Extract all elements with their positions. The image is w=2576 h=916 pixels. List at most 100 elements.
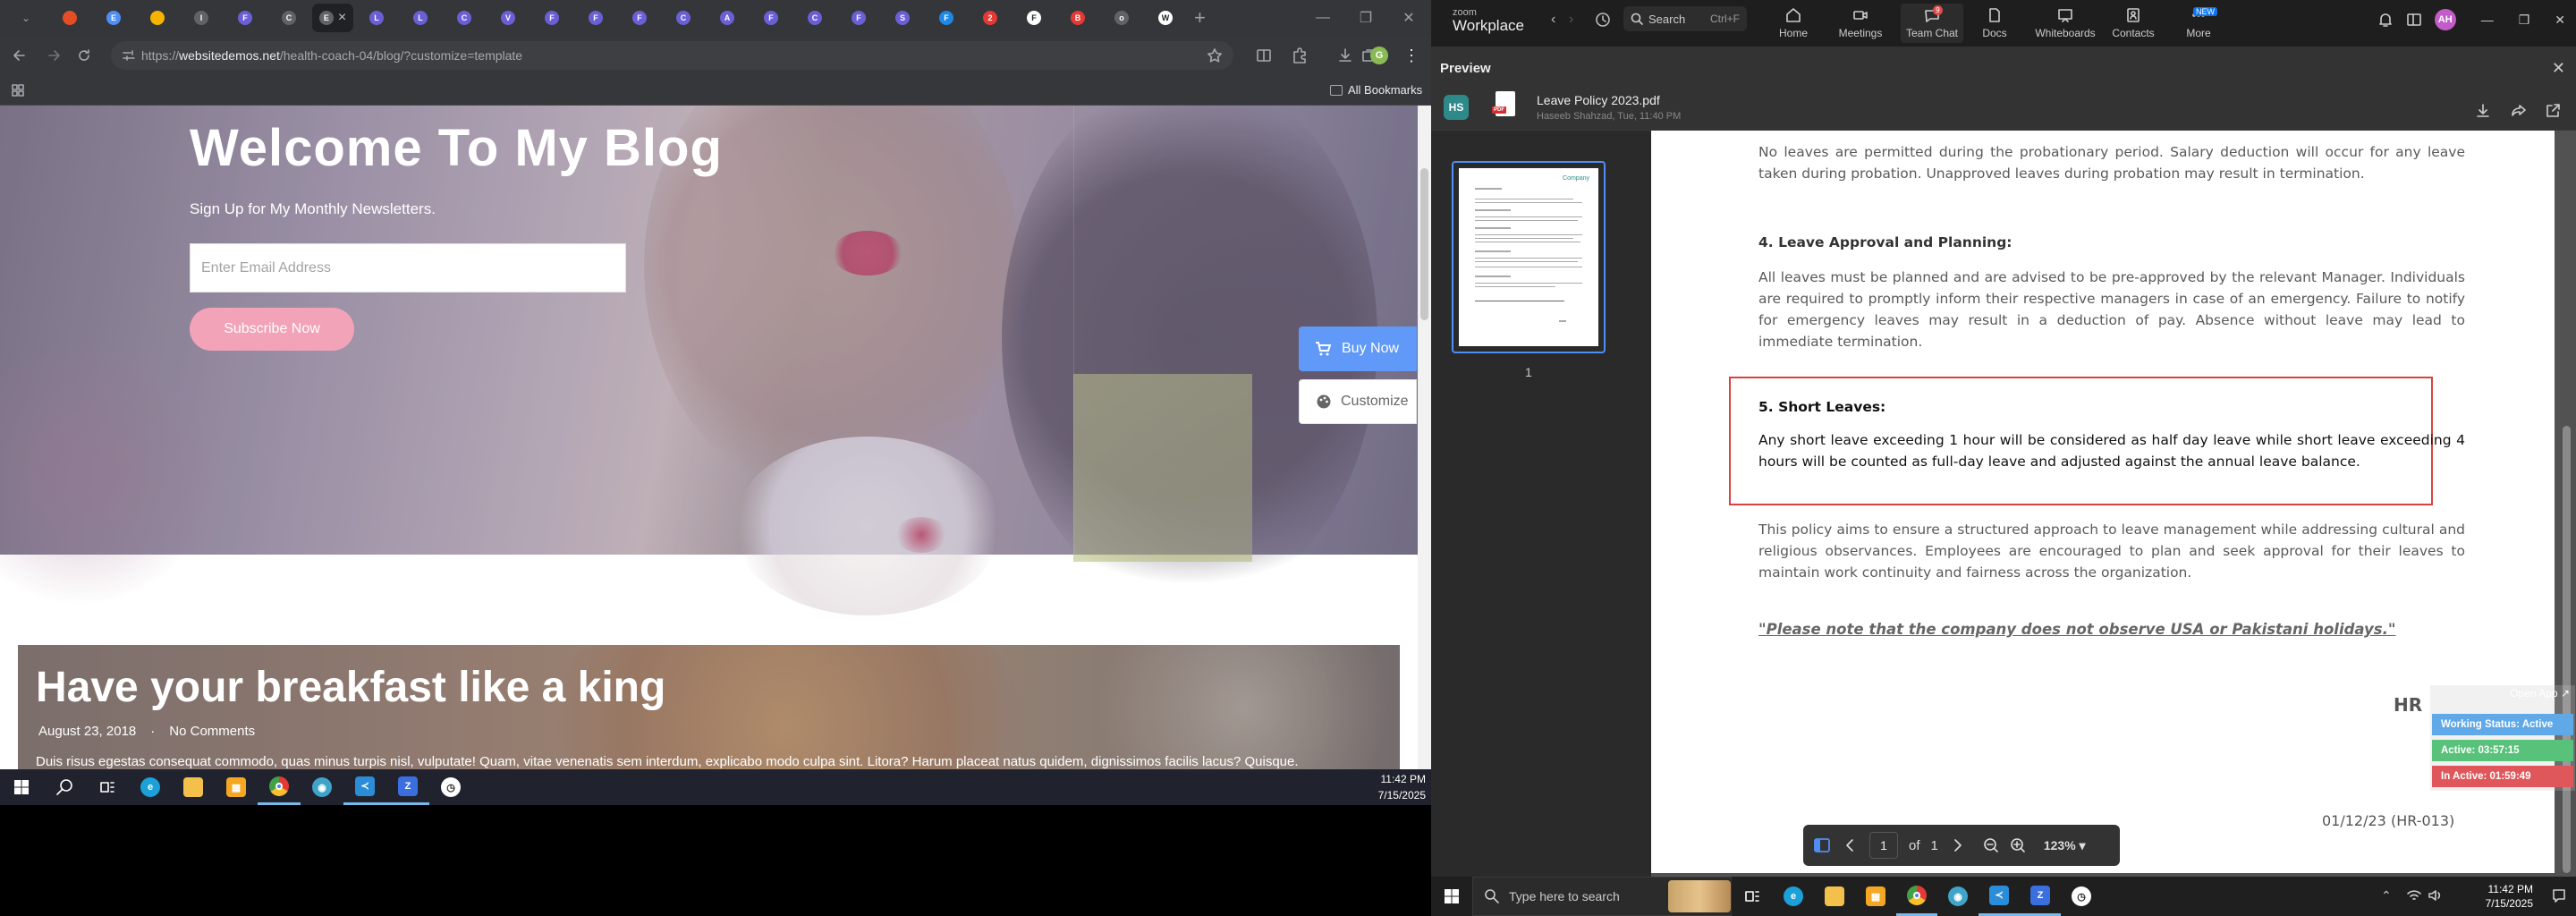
site-info-icon[interactable] [122,48,136,63]
close-icon[interactable]: ✕ [2552,59,2565,78]
chevron-up-icon[interactable]: ⌃ [2381,888,2392,903]
notification-center-icon[interactable] [2551,887,2567,903]
zoom-out-icon[interactable] [1983,837,1999,853]
taskbar-search-input[interactable]: Type here to search [1472,877,1732,916]
customize-button[interactable]: Customize [1299,379,1417,424]
sidebar-toggle-icon[interactable] [1812,835,1832,855]
maximize-icon[interactable]: ❐ [1345,5,1386,30]
taskbar-edge[interactable]: e [129,769,172,805]
history-forward-icon[interactable]: › [1569,12,1573,28]
email-input[interactable]: Enter Email Address [190,243,626,293]
chevron-down-icon[interactable]: ⌄ [21,12,30,24]
profile-avatar[interactable]: G [1370,47,1388,64]
task-view-button[interactable] [1732,877,1773,916]
open-app-button[interactable]: Open App ↗ [2510,687,2570,700]
browser-tab[interactable]: C [663,4,704,32]
task-view-button[interactable] [86,769,129,805]
apps-grid-icon[interactable] [11,83,25,98]
browser-tab[interactable]: C [268,4,309,32]
tab-search[interactable]: ⌄ [5,4,47,32]
nav-more[interactable]: More NEW [2172,4,2225,43]
taskbar-explorer[interactable] [1814,877,1855,916]
volume-icon[interactable] [2428,887,2444,903]
nav-home[interactable]: Home [1767,4,1820,43]
taskbar-zoom[interactable]: Z [386,769,429,805]
browser-tab[interactable]: F [838,4,879,32]
download-icon[interactable] [2474,102,2492,120]
close-icon[interactable]: ✕ [1388,5,1429,30]
forward-icon[interactable] [45,47,63,64]
browser-tab[interactable] [49,4,90,32]
browser-tab[interactable]: C [444,4,485,32]
taskbar-store[interactable]: ▦ [1855,877,1896,916]
next-page-icon[interactable] [1949,837,1965,853]
close-icon[interactable]: ✕ [2555,13,2565,28]
apps-icon[interactable] [2406,12,2422,28]
zoom-search[interactable]: Search Ctrl+F [1623,6,1747,31]
zoom-level-dropdown[interactable]: 123% ▾ [2044,838,2086,853]
extensions-icon[interactable] [1291,47,1309,64]
browser-tab[interactable]: F [619,4,660,32]
blog-post-card[interactable]: Have your breakfast like a king August 2… [18,645,1400,769]
taskbar-edge[interactable]: e [1773,877,1814,916]
browser-tab[interactable]: S [882,4,923,32]
start-button[interactable] [0,769,43,805]
address-bar[interactable]: https://websitedemos.net/health-coach-04… [111,41,1233,70]
downloads-icon[interactable] [1336,47,1354,64]
share-icon[interactable] [2510,102,2528,120]
browser-tab[interactable]: I [181,4,222,32]
taskbar-clock-app[interactable]: ◷ [2061,877,2102,916]
page-number-input[interactable]: 1 [1869,832,1898,859]
browser-tab[interactable]: 2 [970,4,1011,32]
nav-contacts[interactable]: Contacts [2106,4,2160,43]
minimize-icon[interactable]: — [2481,13,2494,27]
right-clock[interactable]: 11:42 PM 7/15/2025 [2486,882,2533,911]
page-thumbnail-1[interactable]: Company [1452,161,1606,353]
nav-team-chat[interactable]: Team Chat 9 [1901,4,1963,43]
nav-meetings[interactable]: Meetings [1834,4,1887,43]
document-scrollbar-thumb[interactable] [2563,426,2571,873]
wifi-icon[interactable] [2406,887,2422,903]
browser-tab[interactable] [137,4,178,32]
page-scrollbar[interactable] [1418,106,1431,769]
bookmark-star-icon[interactable] [1207,47,1223,64]
new-tab-icon[interactable]: + [1194,6,1206,30]
browser-tab[interactable]: F [531,4,572,32]
all-bookmarks-button[interactable]: All Bookmarks [1330,83,1422,97]
browser-tab[interactable]: C [794,4,835,32]
taskbar-app[interactable]: ◉ [1937,877,1979,916]
left-clock[interactable]: 11:42 PM 7/15/2025 [1378,771,1426,803]
post-comments[interactable]: No Comments [169,724,255,739]
browser-tab[interactable]: E [93,4,134,32]
maximize-icon[interactable]: ❐ [2519,13,2530,28]
notifications-icon[interactable] [2377,12,2394,28]
taskbar-chrome[interactable] [258,769,301,805]
taskbar-app[interactable]: ◉ [301,769,343,805]
buy-now-button[interactable]: Buy Now [1299,327,1417,371]
taskbar-zoom[interactable]: Z [2020,877,2061,916]
reload-icon[interactable] [75,47,93,64]
subscribe-button[interactable]: Subscribe Now [190,308,354,351]
browser-tab[interactable]: L [356,4,397,32]
history-back-icon[interactable]: ‹ [1551,12,1555,28]
browser-tab[interactable]: W [1145,4,1186,32]
browser-tab[interactable]: V [487,4,529,32]
browser-tab[interactable]: B [1057,4,1098,32]
user-avatar[interactable]: AH [2434,9,2456,30]
nav-docs[interactable]: Docs [1968,4,2021,43]
taskbar-clock-app[interactable]: ◷ [429,769,472,805]
minimize-icon[interactable]: — [1302,5,1343,30]
taskbar-store[interactable]: ▦ [215,769,258,805]
page-scrollbar-thumb[interactable] [1420,168,1428,320]
menu-kebab-icon[interactable]: ⋮ [1402,47,1420,64]
taskbar-chrome[interactable] [1896,877,1937,916]
zoom-in-icon[interactable] [2010,837,2026,853]
browser-tab[interactable]: o [1101,4,1142,32]
start-button[interactable] [1431,877,1472,916]
taskbar-vscode[interactable]: ≺ [343,769,386,805]
open-external-icon[interactable] [2544,102,2562,120]
browser-tab[interactable]: L [400,4,441,32]
post-title[interactable]: Have your breakfast like a king [36,663,665,712]
browser-tab[interactable]: F [225,4,266,32]
taskbar-vscode[interactable]: ≺ [1979,877,2020,916]
